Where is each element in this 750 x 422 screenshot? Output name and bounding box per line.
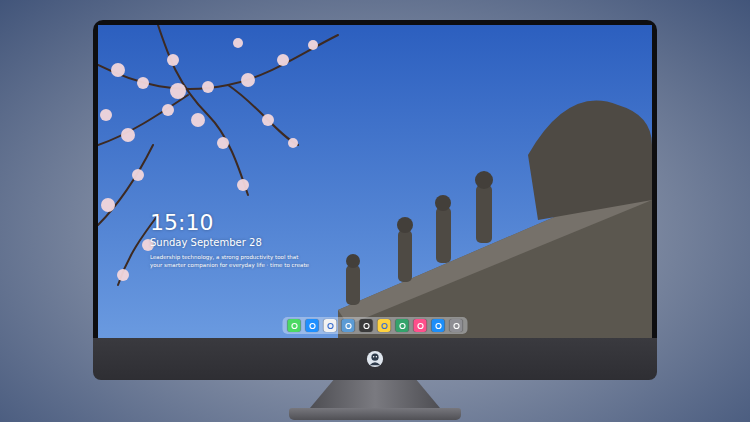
app-icon[interactable] <box>360 319 373 332</box>
date: Sunday September 28 <box>150 236 309 249</box>
caption-line: your smarter companion for everyday life… <box>150 262 309 269</box>
app-icon[interactable] <box>288 319 301 332</box>
monitor-chin <box>93 338 657 380</box>
screen: 15:10 Sunday September 28 Leadership tec… <box>98 25 652 338</box>
clock: 15:10 <box>150 211 309 234</box>
app-icon[interactable] <box>324 319 337 332</box>
lock-info: 15:10 Sunday September 28 Leadership tec… <box>150 211 309 269</box>
caption: Leadership technology, a strong producti… <box>150 254 309 269</box>
app-icon[interactable] <box>450 319 463 332</box>
dock <box>283 317 468 334</box>
app-icon[interactable] <box>396 319 409 332</box>
monitor: 15:10 Sunday September 28 Leadership tec… <box>93 20 657 338</box>
caption-line: Leadership technology, a strong producti… <box>150 254 309 261</box>
brand-logo-icon <box>366 350 384 368</box>
app-icon[interactable] <box>432 319 445 332</box>
wallpaper <box>98 25 652 338</box>
monitor-base <box>289 408 461 420</box>
app-icon[interactable] <box>342 319 355 332</box>
app-icon[interactable] <box>414 319 427 332</box>
app-icon[interactable] <box>306 319 319 332</box>
app-icon[interactable] <box>378 319 391 332</box>
stage: 15:10 Sunday September 28 Leadership tec… <box>0 0 750 420</box>
monitor-stand <box>310 380 440 408</box>
